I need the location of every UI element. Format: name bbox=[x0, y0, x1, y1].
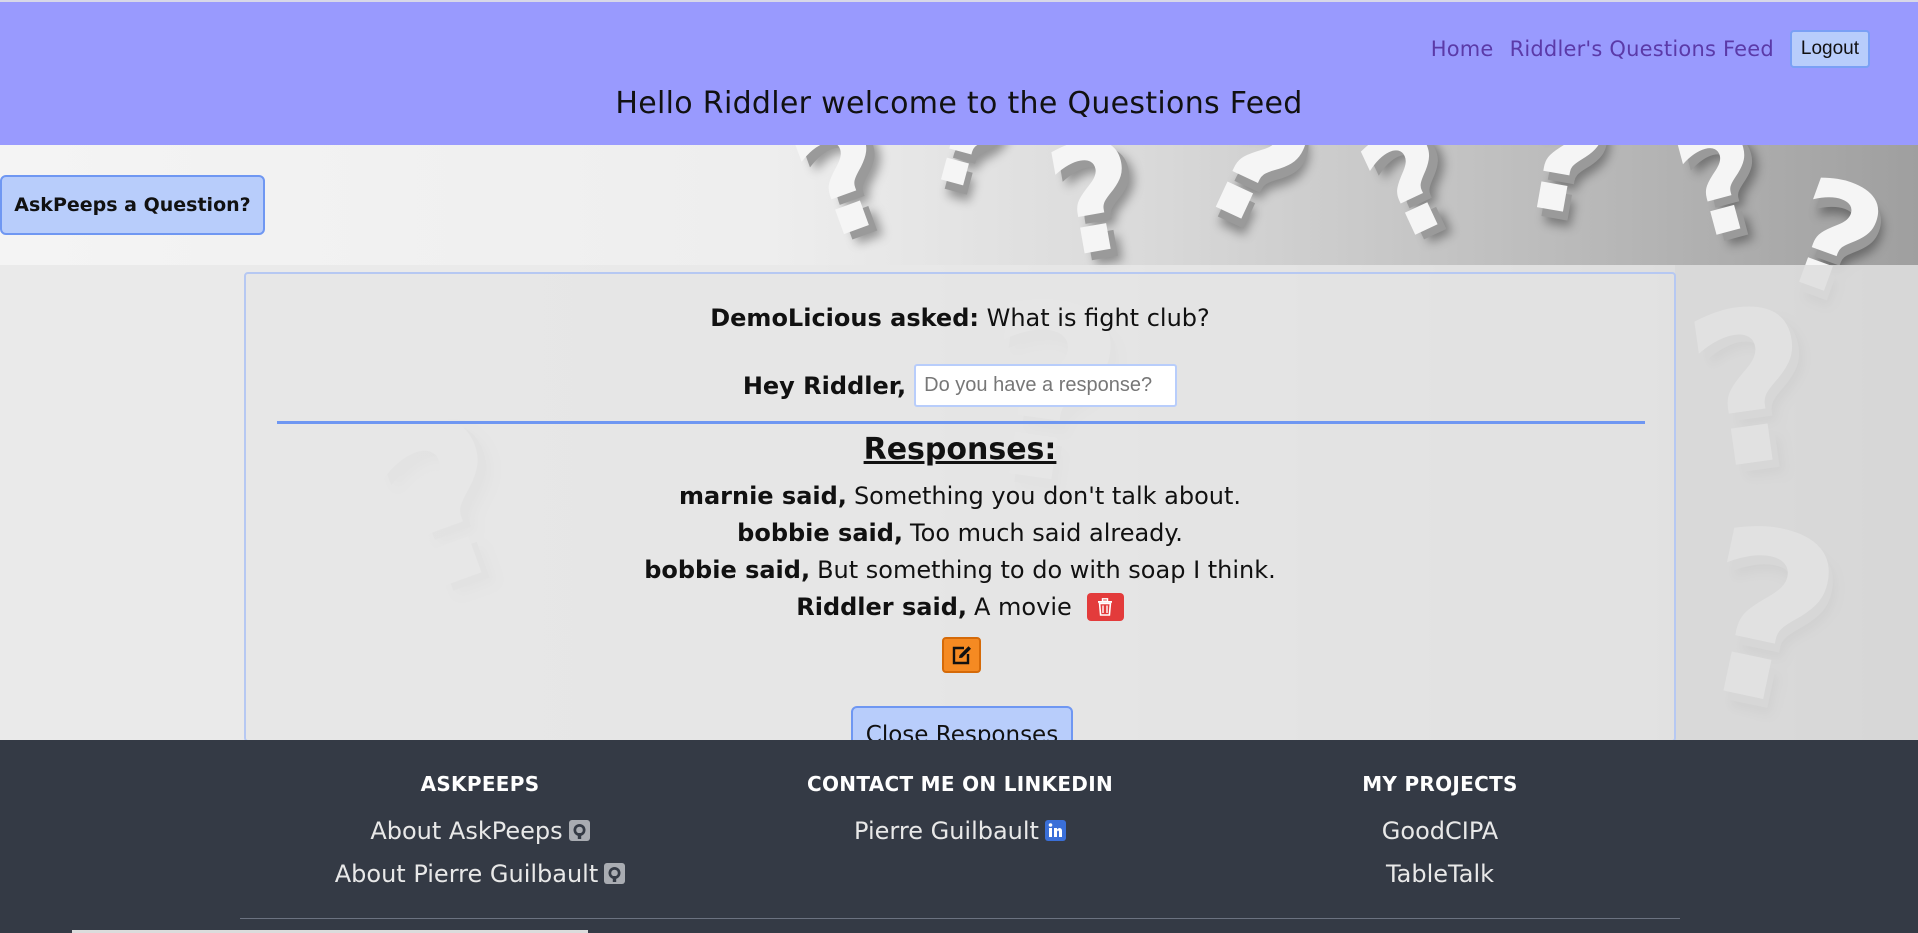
response-author: bobbie said, bbox=[737, 518, 904, 547]
question-text: DemoLicious asked: What is fight club? bbox=[246, 304, 1674, 332]
footer-divider bbox=[240, 918, 1680, 919]
footer-link-label: Pierre Guilbault bbox=[854, 816, 1039, 845]
responses-list: marnie said, Something you don't talk ab… bbox=[246, 477, 1674, 625]
response-text: But something to do with soap I think. bbox=[817, 555, 1276, 584]
header: Home Riddler's Questions Feed Logout Hel… bbox=[0, 0, 1918, 145]
footer-heading: MY PROJECTS bbox=[1362, 772, 1518, 796]
about-askpeeps-link[interactable]: About AskPeeps bbox=[330, 809, 630, 852]
reply-label: Hey Riddler, bbox=[742, 371, 907, 400]
response-item: bobbie said, But something to do with so… bbox=[246, 551, 1674, 588]
background-overlay-right bbox=[1675, 265, 1918, 740]
response-author: Riddler said, bbox=[796, 592, 967, 621]
tabletalk-link[interactable]: TableTalk bbox=[1290, 852, 1590, 895]
question-card: DemoLicious asked: What is fight club? H… bbox=[244, 272, 1676, 742]
linkedin-icon bbox=[1044, 820, 1066, 841]
response-text: Too much said already. bbox=[910, 518, 1183, 547]
footer-column-askpeeps: ASKPEEPS About AskPeeps About Pierre Gui… bbox=[330, 772, 630, 895]
response-author: marnie said, bbox=[678, 481, 847, 510]
response-input[interactable] bbox=[914, 364, 1178, 407]
page-title: Hello Riddler welcome to the Questions F… bbox=[615, 86, 1303, 121]
footer-link-label: About AskPeeps bbox=[370, 816, 563, 845]
footer-heading: CONTACT ME ON LINKEDIN bbox=[807, 772, 1113, 796]
footer: ASKPEEPS About AskPeeps About Pierre Gui… bbox=[0, 740, 1918, 933]
response-item: marnie said, Something you don't talk ab… bbox=[246, 477, 1674, 514]
trash-icon bbox=[1098, 597, 1113, 616]
question-body: What is fight club? bbox=[986, 304, 1210, 332]
reply-row: Hey Riddler, bbox=[246, 364, 1674, 407]
edit-icon bbox=[952, 646, 971, 665]
response-text: Something you don't talk about. bbox=[853, 481, 1242, 510]
github-icon bbox=[604, 863, 626, 884]
footer-link-label: About Pierre Guilbault bbox=[334, 859, 599, 888]
divider bbox=[277, 421, 1645, 424]
close-responses-button[interactable]: Close Responses bbox=[851, 706, 1073, 740]
response-item: Riddler said, A movie bbox=[246, 588, 1674, 625]
footer-column-contact: CONTACT ME ON LINKEDIN Pierre Guilbault bbox=[790, 772, 1130, 852]
responses-title: Responses: bbox=[863, 432, 1057, 467]
github-icon bbox=[568, 820, 590, 841]
question-asker: DemoLicious asked: bbox=[710, 304, 979, 332]
nav-bar: Home Riddler's Questions Feed Logout bbox=[1431, 30, 1870, 68]
response-author: bobbie said, bbox=[644, 555, 811, 584]
edit-response-button[interactable] bbox=[942, 637, 981, 673]
response-text: A movie bbox=[974, 592, 1072, 621]
nav-feed-link[interactable]: Riddler's Questions Feed bbox=[1510, 37, 1774, 61]
delete-response-button[interactable] bbox=[1086, 592, 1124, 621]
linkedin-link[interactable]: Pierre Guilbault bbox=[790, 809, 1130, 852]
ask-question-button[interactable]: AskPeeps a Question? bbox=[0, 175, 265, 235]
logout-button[interactable]: Logout bbox=[1789, 30, 1870, 68]
response-item: bobbie said, Too much said already. bbox=[246, 514, 1674, 551]
goodcipa-link[interactable]: GoodCIPA bbox=[1290, 809, 1590, 852]
footer-heading: ASKPEEPS bbox=[420, 772, 540, 796]
footer-column-projects: MY PROJECTS GoodCIPA TableTalk bbox=[1290, 772, 1590, 895]
about-pierre-link[interactable]: About Pierre Guilbault bbox=[330, 852, 630, 895]
nav-home-link[interactable]: Home bbox=[1431, 37, 1494, 61]
